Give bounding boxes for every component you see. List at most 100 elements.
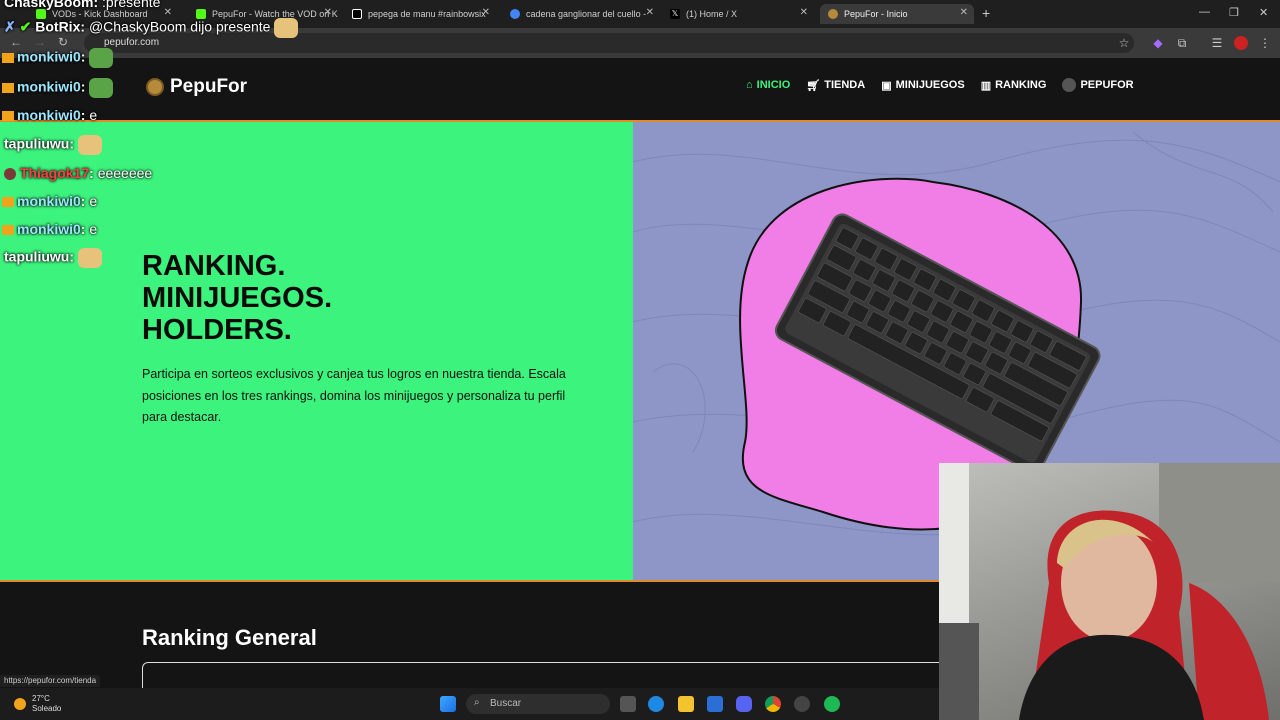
extensions-puzzle-icon[interactable]: ⧉ [1175, 36, 1189, 50]
subscriber-badge-icon [2, 53, 14, 63]
discord-icon[interactable] [736, 696, 752, 712]
chat-message: monkiwi0: e [2, 221, 97, 237]
cart-icon: 🛒︎ [806, 79, 821, 92]
user-badge-icon [4, 168, 16, 181]
close-icon[interactable]: ✕ [960, 7, 968, 18]
tab-label: PepuFor - Inicio [844, 9, 908, 19]
chat-message: Thiagok17: eeeeeee [4, 165, 152, 181]
nav-label: RANKING [995, 79, 1047, 91]
tab-label: cadena ganglionar del cuello - [526, 9, 647, 19]
taskbar-search[interactable]: ⌕ Buscar [466, 694, 610, 714]
chat-username: monkiwi0 [17, 78, 81, 95]
pepufor-coin-icon [146, 78, 164, 96]
new-tab-icon[interactable]: + [982, 5, 990, 21]
screen: VODs - Kick Dashboard ✕ PepuFor - Watch … [0, 0, 1280, 720]
profile-avatar[interactable] [1234, 36, 1248, 50]
window-close-icon[interactable]: ✕ [1259, 6, 1268, 19]
ranking-title: Ranking General [142, 625, 317, 650]
search-placeholder: Buscar [490, 698, 522, 709]
close-icon[interactable]: ✕ [324, 7, 332, 18]
maximize-icon[interactable]: ❐ [1229, 6, 1239, 19]
chat-text: @ChaskyBoom dijo presente [88, 18, 271, 35]
close-icon[interactable]: ✕ [800, 7, 808, 18]
chat-username: monkiwi0 [17, 221, 81, 237]
chat-message: tapuliuwu: [4, 248, 102, 268]
chart-icon: ▥ [980, 79, 992, 92]
chat-message: ChaskyBoom: :presente [4, 0, 160, 10]
chat-message: tapuliuwu: [4, 135, 102, 155]
chat-username: tapuliuwu [4, 248, 70, 265]
chat-username: tapuliuwu [4, 135, 70, 152]
chat-message: ✗ ✔ BotRix: @ChaskyBoom dijo presente [4, 18, 299, 38]
chat-username: Thiagok17 [19, 165, 90, 181]
chat-message: monkiwi0: [2, 78, 114, 98]
hero-title-line: RANKING. [142, 250, 286, 282]
chat-text: e [89, 193, 98, 209]
hero-left-panel [0, 122, 633, 582]
subscriber-badge-icon [2, 111, 14, 122]
verified-icon: ✔ [19, 18, 32, 35]
bookmark-star-icon[interactable]: ☆ [1117, 36, 1131, 50]
tab-pepufor-inicio[interactable]: PepuFor - Inicio ✕ [820, 4, 974, 24]
emote-cat [274, 18, 299, 38]
tab-label: pepega de manu #rainbowsix [368, 9, 486, 19]
weather-widget[interactable]: 27°C Soleado [14, 694, 61, 714]
store-icon[interactable] [707, 696, 723, 712]
gamepad-icon: ▣ [881, 79, 892, 92]
sun-icon [14, 698, 26, 710]
windows-start-icon[interactable] [440, 696, 456, 712]
file-explorer-icon[interactable] [678, 696, 694, 712]
x-icon: 𝕏 [670, 9, 680, 19]
emote-cat [77, 248, 102, 268]
nav-ranking[interactable]: ▥ RANKING [981, 78, 1047, 92]
chat-text: :presente [102, 0, 161, 10]
tab-tiktok[interactable]: pepega de manu #rainbowsix ✕ [344, 4, 496, 24]
obs-icon[interactable] [794, 696, 810, 712]
chat-username: monkiwi0 [17, 107, 81, 123]
streamer-camera-feed [939, 463, 1280, 720]
nav-label: TIENDA [824, 79, 866, 91]
nav-label: PEPUFOR [1080, 79, 1134, 91]
task-view-icon[interactable] [620, 696, 636, 712]
close-icon[interactable]: ✕ [482, 7, 490, 18]
menu-kebab-icon[interactable]: ⋮ [1258, 36, 1272, 50]
nav-minijuegos[interactable]: ▣ MINIJUEGOS [881, 78, 964, 92]
main-nav: ⌂ INICIO 🛒︎ TIENDA ▣ MINIJUEGOS ▥ RANKIN… [746, 78, 1134, 92]
tab-search-icon[interactable]: ☰ [1210, 36, 1224, 50]
hero-title-line: HOLDERS. [142, 314, 292, 346]
chat-username: BotRix [35, 18, 81, 35]
home-icon: ⌂ [746, 79, 753, 91]
chat-message: monkiwi0: e [2, 107, 97, 123]
search-icon: ⌕ [474, 697, 480, 708]
nav-tienda[interactable]: 🛒︎ TIENDA [806, 78, 865, 92]
chrome-icon[interactable] [765, 696, 781, 712]
site-logo[interactable]: PepuFor [146, 76, 247, 98]
chat-username: ChaskyBoom [4, 0, 94, 10]
nav-pepufor[interactable]: PEPUFOR [1062, 78, 1134, 92]
nav-inicio[interactable]: ⌂ INICIO [746, 78, 790, 92]
close-icon[interactable]: ✕ [646, 7, 654, 18]
chat-text: e [89, 221, 98, 237]
bot-badge-icon: ✗ [4, 18, 16, 35]
nav-label: MINIJUEGOS [895, 79, 965, 91]
extension-icon[interactable]: ◆ [1151, 36, 1165, 50]
hero-title: RANKING. MINIJUEGOS. HOLDERS. [142, 250, 332, 346]
edge-icon[interactable] [648, 696, 664, 712]
nav-label: INICIO [756, 79, 791, 91]
chat-username: monkiwi0 [17, 193, 81, 209]
hero-title-line: MINIJUEGOS. [142, 282, 333, 314]
google-icon [510, 9, 520, 19]
close-icon[interactable]: ✕ [164, 7, 172, 18]
site-header: PepuFor ⌂ INICIO 🛒︎ TIENDA ▣ MINIJUEGOS … [0, 58, 1280, 122]
emote-pepe [89, 78, 114, 98]
chat-text: e [89, 107, 98, 123]
logo-text: PepuFor [170, 76, 248, 97]
minimize-icon[interactable]: — [1199, 6, 1210, 18]
tab-google[interactable]: cadena ganglionar del cuello - ✕ [502, 4, 660, 24]
subscriber-badge-icon [2, 197, 14, 208]
spotify-icon[interactable] [824, 696, 840, 712]
webcam-overlay [939, 463, 1280, 720]
tab-x-home[interactable]: 𝕏 (1) Home / X ✕ [662, 4, 814, 24]
emote-cat [77, 135, 102, 155]
weather-desc: Soleado [32, 704, 62, 713]
